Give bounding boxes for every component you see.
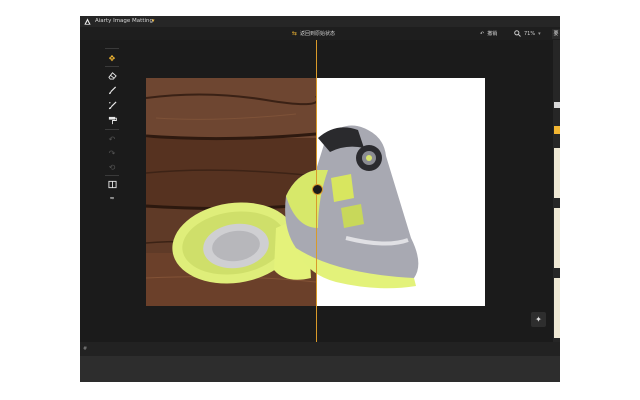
redo-tool-icon[interactable]: ↷ xyxy=(106,147,118,159)
undo-label: 撤销 xyxy=(487,31,498,37)
magnifier-icon xyxy=(514,30,521,37)
undo-button[interactable]: ↶ 撤销 xyxy=(480,27,497,40)
top-toolbar: ⇆ 返回到原始状态 ↶ 撤销 71% ▾ xyxy=(80,27,560,40)
panel-thumbnail[interactable] xyxy=(554,208,560,268)
zoom-level: 71% xyxy=(524,30,536,37)
eraser-icon[interactable] xyxy=(106,69,118,81)
brush-icon[interactable] xyxy=(106,84,118,96)
bottom-panel xyxy=(80,356,560,382)
panel-thumbnail[interactable] xyxy=(554,148,560,198)
title-bar: Aiarty Image Matting ▾ xyxy=(80,16,560,27)
left-toolbar: ✥ ↶ ↷ ⟲ ≈ xyxy=(103,48,121,202)
panel-thumbnail-selected[interactable] xyxy=(554,126,560,134)
right-panel-tab[interactable]: 要 xyxy=(552,29,560,39)
double-chevron-icon[interactable]: ≈ xyxy=(106,192,118,204)
zoom-control[interactable]: 71% ▾ xyxy=(514,29,541,38)
magic-brush-icon[interactable] xyxy=(106,99,118,111)
toolbar-divider xyxy=(105,175,119,176)
paint-roller-icon[interactable] xyxy=(106,114,118,126)
back-to-original-label: 返回到原始状态 xyxy=(300,31,336,37)
compare-icon[interactable] xyxy=(106,178,118,190)
undo-tool-icon[interactable]: ↶ xyxy=(106,133,118,145)
app-window: Aiarty Image Matting ▾ ⇆ 返回到原始状态 ↶ 撤销 71… xyxy=(80,16,560,382)
app-title: Aiarty Image Matting xyxy=(95,18,153,24)
status-bar xyxy=(80,342,560,356)
revert-icon: ⇆ xyxy=(292,30,298,37)
chevron-down-icon[interactable]: ▾ xyxy=(152,18,155,25)
toolbar-divider xyxy=(105,129,119,130)
right-side-panel xyxy=(553,40,560,342)
panel-thumbnail[interactable] xyxy=(554,102,560,108)
aiarty-logo-icon xyxy=(84,18,91,25)
comparison-split-line[interactable] xyxy=(316,40,317,352)
panel-thumbnail[interactable] xyxy=(554,278,560,338)
move-icon[interactable]: ✥ xyxy=(106,52,118,64)
undo-icon: ↶ xyxy=(480,30,485,37)
toolbar-divider xyxy=(105,66,119,67)
zoom-chevron-down-icon[interactable]: ▾ xyxy=(538,31,541,37)
toolbar-divider xyxy=(105,48,119,49)
reset-icon[interactable]: ⟲ xyxy=(106,161,118,173)
comparison-split-handle[interactable] xyxy=(312,184,323,195)
sparkle-icon[interactable]: ✦ xyxy=(531,312,546,327)
status-hash: # xyxy=(83,346,88,352)
back-to-original-button[interactable]: ⇆ 返回到原始状态 xyxy=(292,27,335,40)
